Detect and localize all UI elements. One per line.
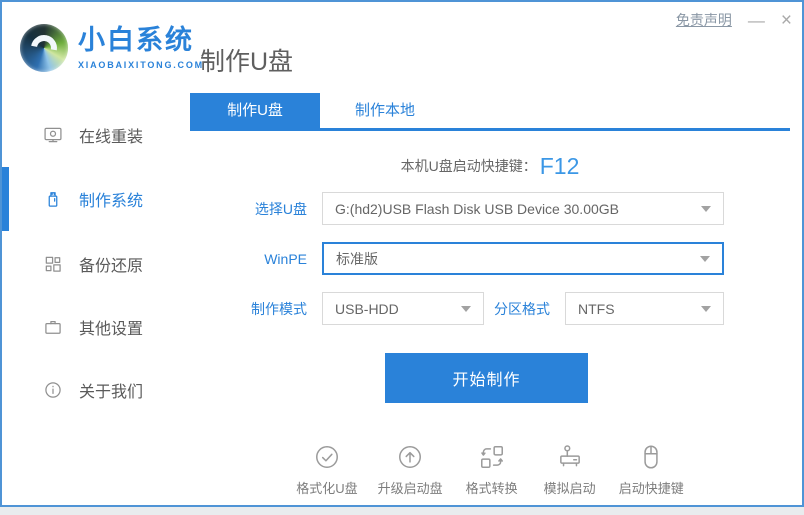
format-convert-icon: [480, 446, 503, 468]
briefcase-icon: [45, 320, 61, 334]
tab-bar: 制作U盘 制作本地: [190, 93, 790, 131]
brand-name: 小白系统: [78, 24, 194, 55]
tab-make-local[interactable]: 制作本地: [320, 93, 450, 128]
partition-value: NTFS: [578, 300, 615, 317]
sidebar-item-backup-restore[interactable]: 备份还原: [43, 250, 143, 278]
winpe-row: WinPE 标准版: [190, 242, 790, 275]
tool-format-convert[interactable]: 格式转换: [463, 443, 521, 497]
tool-label: 模拟启动: [543, 481, 596, 496]
tab-underline: [190, 128, 790, 131]
chevron-down-icon: [461, 305, 471, 312]
tool-label: 格式化U盘: [296, 481, 358, 496]
sidebar-active-indicator: [2, 167, 9, 231]
sidebar-item-label: 在线重装: [79, 129, 144, 146]
page-title: 制作U盘: [200, 48, 294, 76]
tool-label: 格式转换: [465, 481, 518, 496]
winpe-label: WinPE: [264, 250, 307, 267]
sidebar-item-label: 备份还原: [79, 258, 144, 275]
titlebar: 免责声明 — ×: [676, 10, 792, 30]
arrow-up-circle-icon: [399, 446, 422, 468]
chevron-down-icon: [700, 255, 710, 262]
tool-boot-hotkey[interactable]: 启动快捷键: [619, 443, 684, 497]
close-button[interactable]: ×: [781, 11, 792, 30]
brand-domain: XIAOBAIXITONG.COM: [78, 59, 204, 70]
chevron-down-icon: [701, 205, 711, 212]
usb-select-label: 选择U盘: [254, 200, 307, 217]
partition-dropdown[interactable]: NTFS: [565, 292, 724, 325]
partition-label: 分区格式: [494, 300, 550, 317]
mouse-icon: [644, 445, 658, 469]
monitor-icon: [44, 127, 62, 143]
winpe-value: 标准版: [336, 250, 378, 267]
hotkey-prefix: 本机U盘启动快捷键：: [400, 158, 537, 174]
tools-row: 格式化U盘 升级启动盘 格式转换 模拟启动 启动快捷键: [190, 443, 790, 497]
sidebar-item-online-reinstall[interactable]: 在线重装: [43, 121, 143, 149]
mode-label: 制作模式: [251, 300, 307, 317]
hotkey-key: F12: [539, 152, 580, 179]
tool-label: 启动快捷键: [618, 481, 684, 496]
sidebar-item-other-settings[interactable]: 其他设置: [43, 313, 143, 341]
mode-row: 制作模式 USB-HDD 分区格式 NTFS: [190, 292, 790, 325]
tool-label: 升级启动盘: [377, 481, 443, 496]
minimize-button[interactable]: —: [748, 12, 765, 29]
sidebar-item-label: 其他设置: [79, 321, 144, 338]
usb-select-row: 选择U盘 G:(hd2)USB Flash Disk USB Device 30…: [190, 192, 790, 225]
start-make-button[interactable]: 开始制作: [385, 353, 588, 403]
chevron-down-icon: [701, 305, 711, 312]
mode-value: USB-HDD: [335, 300, 399, 317]
app-window: 免责声明 — × 小白系统 XIAOBAIXITONG.COM 制作U盘 在线重…: [0, 0, 804, 507]
tool-simulate-boot[interactable]: 模拟启动: [541, 443, 599, 497]
disclaimer-link[interactable]: 免责声明: [676, 10, 732, 30]
check-circle-icon: [315, 446, 338, 468]
tool-upgrade-boot-disk[interactable]: 升级启动盘: [378, 443, 443, 497]
logo-swirl-icon: [20, 24, 68, 72]
mode-dropdown[interactable]: USB-HDD: [322, 292, 484, 325]
boot-hotkey-hint: 本机U盘启动快捷键： F12: [190, 149, 790, 183]
usb-select-dropdown[interactable]: G:(hd2)USB Flash Disk USB Device 30.00GB: [322, 192, 724, 225]
sidebar-item-make-system[interactable]: 制作系统: [43, 185, 143, 213]
sidebar-item-about-us[interactable]: 关于我们: [43, 376, 143, 404]
usb-drive-icon: [48, 192, 58, 207]
app-logo: 小白系统 XIAOBAIXITONG.COM: [20, 24, 204, 72]
winpe-dropdown[interactable]: 标准版: [322, 242, 724, 275]
tool-format-usb[interactable]: 格式化U盘: [296, 443, 358, 497]
sidebar-item-label: 关于我们: [79, 384, 144, 401]
backup-grid-icon: [45, 256, 61, 272]
joystick-icon: [559, 445, 580, 467]
usb-select-value: G:(hd2)USB Flash Disk USB Device 30.00GB: [335, 200, 619, 217]
info-icon: [45, 382, 61, 398]
sidebar-item-label: 制作系统: [79, 193, 144, 210]
tab-make-usb[interactable]: 制作U盘: [190, 93, 320, 128]
